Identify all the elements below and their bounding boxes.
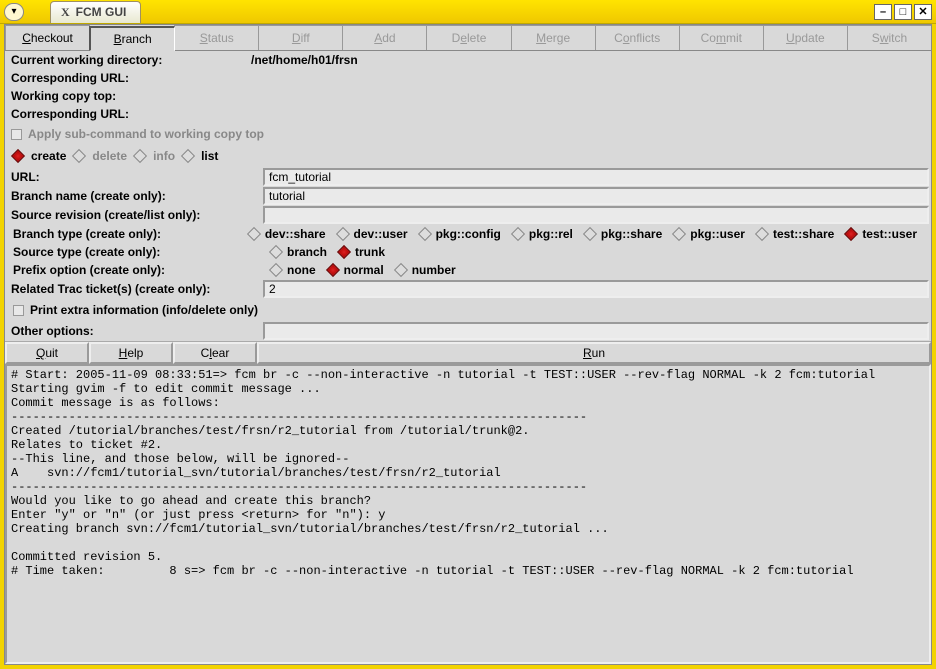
tab-diff: Diff <box>258 25 343 50</box>
tab-add: Add <box>342 25 427 50</box>
apply-subcmd-row: Apply sub-command to working copy top <box>5 123 931 145</box>
titlebar: ▾ X FCM GUI – □ ✕ <box>0 0 936 24</box>
app-icon: X <box>61 5 70 20</box>
radio-delete <box>72 149 86 163</box>
client-area: Checkout Branch Status Diff Add Delete M… <box>4 24 932 665</box>
tab-strip: Checkout Branch Status Diff Add Delete M… <box>5 25 931 51</box>
radio-bt-pkg-rel[interactable] <box>511 227 525 241</box>
url1-label: Corresponding URL: <box>11 71 251 85</box>
radio-pf-number[interactable] <box>394 263 408 277</box>
radio-pf-normal[interactable] <box>326 263 340 277</box>
cwd-value: /net/home/h01/frsn <box>251 53 358 67</box>
close-button[interactable]: ✕ <box>914 4 932 20</box>
src-rev-input[interactable] <box>263 206 929 224</box>
branch-type-row: Branch type (create only): dev::share de… <box>7 225 929 243</box>
other-opts-label: Other options: <box>7 324 263 338</box>
radio-bt-dev-user[interactable] <box>335 227 349 241</box>
tab-commit: Commit <box>679 25 764 50</box>
tab-switch: Switch <box>847 25 932 50</box>
clear-button[interactable]: Clear <box>173 342 257 364</box>
output-console[interactable]: # Start: 2005-11-09 08:33:51=> fcm br -c… <box>5 364 931 664</box>
apply-subcmd-label: Apply sub-command to working copy top <box>28 127 264 141</box>
window-title-tab: X FCM GUI <box>50 1 141 23</box>
button-bar: Quit Help Clear Run <box>5 341 931 364</box>
url-label: URL: <box>7 170 263 184</box>
radio-bt-pkg-share[interactable] <box>583 227 597 241</box>
radio-create[interactable] <box>11 149 25 163</box>
help-button[interactable]: Help <box>89 342 173 364</box>
radio-st-trunk[interactable] <box>337 245 351 259</box>
maximize-button[interactable]: □ <box>894 4 912 20</box>
print-extra-label: Print extra information (info/delete onl… <box>30 303 258 317</box>
branch-name-label: Branch name (create only): <box>7 189 263 203</box>
src-rev-label: Source revision (create/list only): <box>7 208 263 222</box>
apply-subcmd-checkbox <box>11 129 22 140</box>
source-type-row: Source type (create only): branch trunk <box>7 243 929 261</box>
print-extra-checkbox[interactable] <box>13 305 24 316</box>
print-extra-row: Print extra information (info/delete onl… <box>7 299 929 321</box>
branch-name-input[interactable] <box>263 187 929 205</box>
tab-branch[interactable]: Branch <box>89 26 175 51</box>
cwd-label: Current working directory: <box>11 53 251 67</box>
tab-delete: Delete <box>426 25 511 50</box>
radio-pf-none[interactable] <box>269 263 283 277</box>
radio-bt-dev-share[interactable] <box>247 227 261 241</box>
url2-label: Corresponding URL: <box>11 107 251 121</box>
trac-label: Related Trac ticket(s) (create only): <box>7 282 263 296</box>
tab-update: Update <box>763 25 848 50</box>
tab-status: Status <box>174 25 259 50</box>
minimize-button[interactable]: – <box>874 4 892 20</box>
window: ▾ X FCM GUI – □ ✕ Checkout Branch Status… <box>0 0 936 669</box>
window-title: FCM GUI <box>76 5 127 19</box>
radio-st-branch[interactable] <box>269 245 283 259</box>
system-menu-button[interactable]: ▾ <box>4 3 24 21</box>
radio-bt-test-share[interactable] <box>755 227 769 241</box>
trac-input[interactable] <box>263 280 929 298</box>
radio-bt-test-user[interactable] <box>844 227 858 241</box>
tab-conflicts: Conflicts <box>595 25 680 50</box>
prefix-row: Prefix option (create only): none normal… <box>7 261 929 279</box>
run-button[interactable]: Run <box>257 342 931 364</box>
quit-button[interactable]: Quit <box>5 342 89 364</box>
radio-list[interactable] <box>181 149 195 163</box>
action-radio-group: create delete info list <box>5 145 931 167</box>
tab-merge: Merge <box>511 25 596 50</box>
tab-checkout[interactable]: Checkout <box>5 25 90 50</box>
url-input[interactable] <box>263 168 929 186</box>
wct-label: Working copy top: <box>11 89 251 103</box>
radio-bt-pkg-user[interactable] <box>672 227 686 241</box>
radio-info <box>133 149 147 163</box>
other-opts-input[interactable] <box>263 322 929 340</box>
radio-bt-pkg-config[interactable] <box>417 227 431 241</box>
